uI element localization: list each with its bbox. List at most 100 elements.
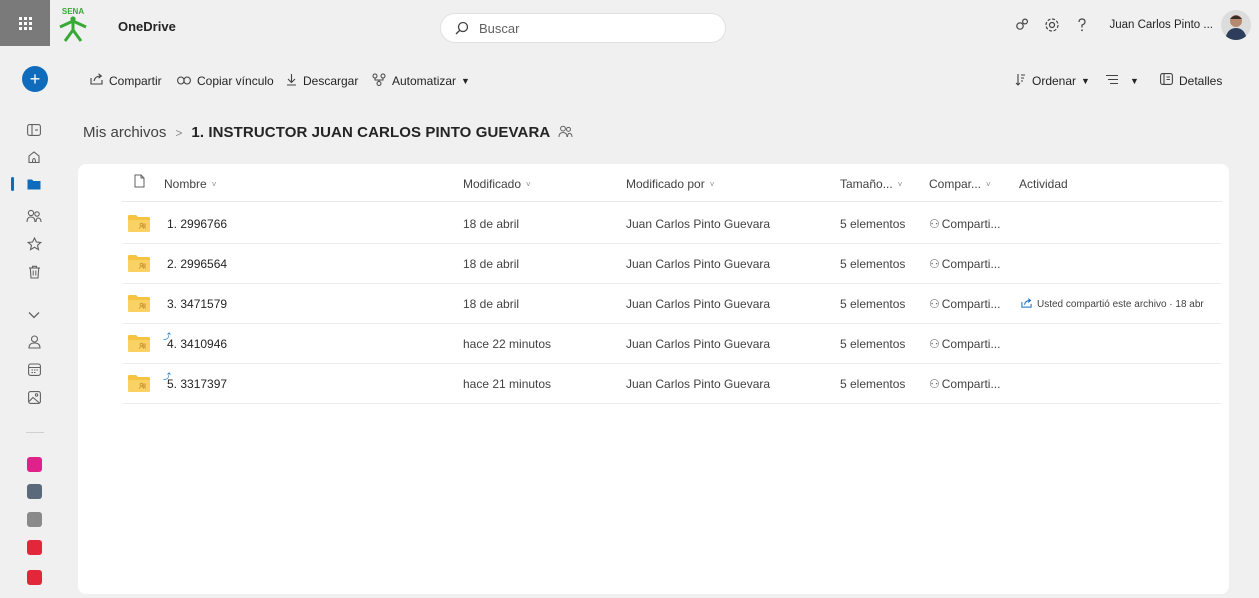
file-name[interactable]: 3. 3471579 (167, 297, 227, 311)
file-modified: 18 de abril (463, 257, 520, 271)
chevron-down-icon: ˅ (709, 179, 715, 189)
shared-icon: ⚇ (929, 257, 940, 271)
file-modified: hace 22 minutos (463, 337, 552, 351)
shared-icon: ⚇ (929, 297, 940, 311)
file-sharing[interactable]: ⚇ Comparti... (929, 217, 1000, 231)
column-modified[interactable]: Modificado ˅ (463, 177, 531, 191)
file-list: Nombre ˅ Modificado ˅ Modificado por ˅ Tama… (78, 164, 1229, 594)
chevron-down-icon: ▼ (1130, 75, 1139, 86)
shared-folder-icon (128, 375, 150, 392)
automate-icon (372, 73, 386, 89)
star-icon[interactable] (24, 234, 44, 254)
app-icon[interactable] (27, 484, 42, 499)
left-rail: + (0, 50, 70, 598)
link-icon (177, 73, 191, 88)
share-button[interactable]: Compartir (90, 73, 162, 88)
app-icon[interactable] (27, 570, 42, 585)
diamond-icon[interactable] (1007, 11, 1037, 39)
file-sharing[interactable]: ⚇ Comparti... (929, 297, 1000, 311)
shared-folder-icon (128, 215, 150, 232)
table-header: Nombre ˅ Modificado ˅ Modificado por ˅ Tama… (122, 164, 1222, 202)
file-modified-by: Juan Carlos Pinto Guevara (626, 377, 771, 391)
file-modified-by: Juan Carlos Pinto Guevara (626, 217, 771, 231)
user-name[interactable]: Juan Carlos Pinto ... (1109, 19, 1213, 31)
share-icon (1021, 298, 1032, 311)
person-icon[interactable] (24, 332, 44, 352)
details-pane-icon (1160, 73, 1173, 88)
app-launcher-icon[interactable] (0, 0, 50, 46)
question-icon[interactable] (1067, 11, 1097, 39)
sidebar-toggle-icon[interactable] (24, 120, 44, 140)
svg-text:SENA: SENA (62, 7, 84, 16)
app-title[interactable]: OneDrive (118, 19, 176, 34)
chevron-down-icon: ▼ (1081, 76, 1090, 86)
details-button[interactable]: Detalles (1160, 73, 1222, 88)
shared-folder-icon (128, 335, 150, 352)
app-icon[interactable] (27, 512, 42, 527)
shared-icon[interactable] (24, 206, 44, 226)
shared-folder-icon (128, 295, 150, 312)
shared-icon: ⚇ (929, 377, 940, 391)
automate-button[interactable]: Automatizar ▼ (372, 73, 470, 89)
avatar[interactable] (1221, 10, 1251, 40)
file-sharing[interactable]: ⚇ Comparti... (929, 377, 1000, 391)
my-files-icon[interactable] (24, 174, 44, 194)
file-sharing[interactable]: ⚇ Comparti... (929, 337, 1000, 351)
column-modified-by[interactable]: Modificado por ˅ (626, 177, 714, 191)
recycle-bin-icon[interactable] (24, 262, 44, 282)
file-modified: 18 de abril (463, 217, 520, 231)
chevron-down-icon: ▼ (461, 76, 470, 86)
shared-icon: ⚇ (929, 337, 940, 351)
shared-people-icon[interactable] (558, 125, 573, 141)
file-modified-by: Juan Carlos Pinto Guevara (626, 337, 771, 351)
file-name[interactable]: 2. 2996564 (167, 257, 227, 271)
column-activity[interactable]: Actividad (1019, 177, 1068, 191)
plus-icon[interactable]: + (22, 66, 48, 92)
view-options-button[interactable]: ▼ (1105, 73, 1139, 88)
file-modified-by: Juan Carlos Pinto Guevara (626, 297, 771, 311)
file-sharing[interactable]: ⚇ Comparti... (929, 257, 1000, 271)
table-row[interactable]: 2. 2996564 18 de abril Juan Carlos Pinto… (122, 244, 1222, 284)
file-size: 5 elementos (840, 217, 906, 231)
sort-icon (1015, 73, 1026, 89)
sena-logo: SENA (56, 6, 90, 42)
active-indicator (11, 177, 14, 191)
app-icon[interactable] (27, 457, 42, 472)
file-size: 5 elementos (840, 257, 906, 271)
list-view-icon (1105, 73, 1119, 88)
file-name[interactable]: 1. 2996766 (167, 217, 227, 231)
breadcrumb-root[interactable]: Mis archivos (83, 124, 166, 141)
table-row[interactable]: ⤴ 5. 3317397 hace 21 minutos Juan Carlos… (122, 364, 1222, 404)
photos-icon[interactable] (24, 387, 44, 407)
search-input[interactable]: Buscar (479, 21, 519, 36)
divider (26, 432, 44, 433)
chevron-down-icon: ˅ (986, 179, 991, 189)
gear-icon[interactable] (1037, 11, 1067, 39)
file-name[interactable]: 5. 3317397 (167, 377, 227, 391)
table-row[interactable]: 1. 2996766 18 de abril Juan Carlos Pinto… (122, 204, 1222, 244)
file-modified: 18 de abril (463, 297, 520, 311)
column-sharing[interactable]: Compar... ˅ (929, 177, 991, 191)
chevron-down-icon: ˅ (897, 179, 903, 189)
table-row[interactable]: ⤴ 4. 3410946 hace 22 minutos Juan Carlos… (122, 324, 1222, 364)
download-button[interactable]: Descargar (286, 73, 358, 89)
search-box[interactable]: Buscar (440, 13, 726, 43)
copy-link-button[interactable]: Copiar vínculo (177, 73, 274, 88)
file-type-icon[interactable] (134, 174, 145, 188)
file-name[interactable]: 4. 3410946 (167, 337, 227, 351)
app-icon[interactable] (27, 540, 42, 555)
sort-button[interactable]: Ordenar ▼ (1015, 73, 1090, 89)
file-activity[interactable]: Usted compartió este archivo · 18 abr (1021, 298, 1204, 311)
table-row[interactable]: 3. 3471579 18 de abril Juan Carlos Pinto… (122, 284, 1222, 324)
search-icon (455, 21, 469, 35)
home-icon[interactable] (24, 147, 44, 167)
breadcrumb: Mis archivos > 1. INSTRUCTOR JUAN CARLOS… (83, 124, 573, 141)
shared-folder-icon (128, 255, 150, 272)
file-modified-by: Juan Carlos Pinto Guevara (626, 257, 771, 271)
header-actions: Juan Carlos Pinto ... (1007, 10, 1251, 40)
column-size[interactable]: Tamaño... ˅ (840, 177, 902, 191)
chevron-down-icon[interactable] (24, 305, 44, 325)
calendar-icon[interactable] (24, 359, 44, 379)
column-name[interactable]: Nombre ˅ (164, 177, 216, 191)
file-modified: hace 21 minutos (463, 377, 552, 391)
